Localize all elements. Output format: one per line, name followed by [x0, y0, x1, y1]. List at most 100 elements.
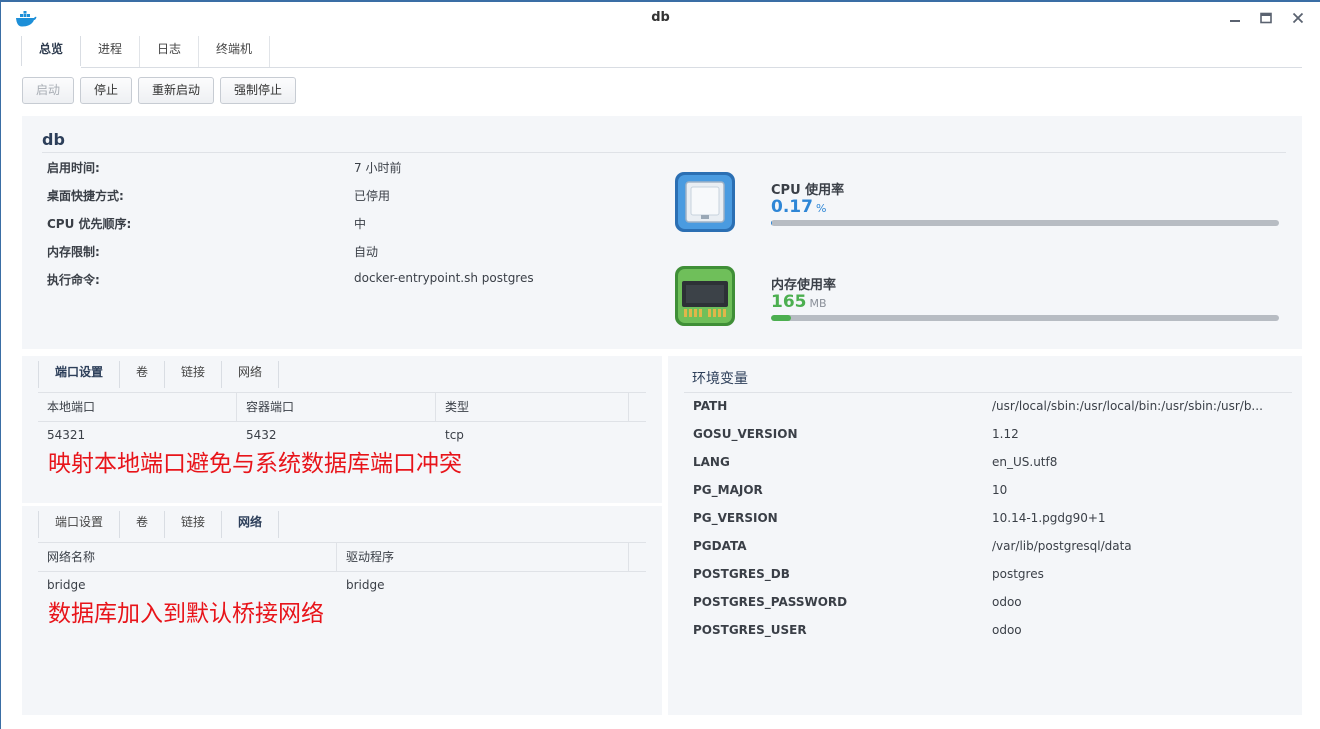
- memory-usage-value: 165 MB: [771, 292, 827, 312]
- env-row[interactable]: POSTGRES_PASSWORD odoo: [693, 595, 1283, 613]
- force-stop-button[interactable]: 强制停止: [220, 77, 297, 104]
- env-key: PATH: [693, 399, 728, 413]
- info-value: 自动: [354, 245, 379, 259]
- stop-button[interactable]: 停止: [80, 77, 133, 104]
- close-icon[interactable]: [1290, 10, 1306, 26]
- tab-terminal[interactable]: 终端机: [199, 36, 271, 67]
- column-header[interactable]: 本地端口: [38, 393, 237, 422]
- network-sub-tab-bar: 端口设置 卷 链接 网络: [38, 511, 280, 538]
- container-name: db: [42, 130, 65, 149]
- env-key: POSTGRES_USER: [693, 623, 807, 637]
- tab-volumes[interactable]: 卷: [120, 361, 166, 388]
- env-value: odoo: [992, 623, 1022, 637]
- env-key: PG_VERSION: [693, 511, 778, 525]
- memory-usage-bar-fill: [771, 315, 792, 321]
- memory-icon: [675, 266, 735, 326]
- tab-port-settings[interactable]: 端口设置: [38, 511, 121, 538]
- info-value: 中: [354, 217, 367, 231]
- env-row[interactable]: LANG en_US.utf8: [693, 455, 1283, 473]
- info-value: 7 小时前: [354, 161, 402, 175]
- env-key: GOSU_VERSION: [693, 427, 798, 441]
- tab-links[interactable]: 链接: [165, 361, 223, 388]
- env-row[interactable]: POSTGRES_USER odoo: [693, 623, 1283, 641]
- column-header[interactable]: 容器端口: [237, 393, 436, 422]
- tab-overview[interactable]: 总览: [21, 36, 82, 68]
- maximize-icon[interactable]: [1258, 10, 1274, 26]
- protocol-cell: tcp: [445, 428, 464, 442]
- action-toolbar: 启动 停止 重新启动 强制停止: [22, 77, 297, 104]
- info-value: docker-entrypoint.sh postgres: [354, 271, 534, 285]
- port-settings-panel: 端口设置 卷 链接 网络 本地端口 容器端口 类型 54321 5432 tcp…: [22, 356, 662, 503]
- env-row[interactable]: POSTGRES_DB postgres: [693, 567, 1283, 585]
- network-panel: 端口设置 卷 链接 网络 网络名称 驱动程序 bridge bridge 数据库…: [22, 506, 662, 715]
- tab-logs[interactable]: 日志: [140, 36, 200, 67]
- start-button[interactable]: 启动: [22, 77, 75, 104]
- env-value: /var/lib/postgresql/data: [992, 539, 1132, 553]
- cpu-icon: [675, 172, 735, 232]
- env-value: 1.12: [992, 427, 1019, 441]
- info-row-cpu-priority: CPU 优先顺序: 中: [47, 215, 647, 233]
- info-value: 已停用: [354, 189, 391, 203]
- tab-links[interactable]: 链接: [165, 511, 223, 538]
- network-annotation: 数据库加入到默认桥接网络: [48, 601, 324, 627]
- network-name-cell: bridge: [47, 578, 86, 592]
- env-key: POSTGRES_PASSWORD: [693, 595, 848, 609]
- info-label: 执行命令:: [47, 273, 100, 287]
- env-key: LANG: [693, 455, 730, 469]
- port-annotation: 映射本地端口避免与系统数据库端口冲突: [48, 451, 462, 477]
- container-port-cell: 5432: [246, 428, 277, 442]
- column-header[interactable]: 类型: [436, 393, 629, 422]
- env-row[interactable]: PGDATA /var/lib/postgresql/data: [693, 539, 1283, 557]
- cpu-usage-bar: [771, 220, 1279, 226]
- info-label: 内存限制:: [47, 245, 100, 259]
- ports-sub-tab-bar: 端口设置 卷 链接 网络: [38, 361, 280, 388]
- env-value: odoo: [992, 595, 1022, 609]
- env-row[interactable]: PG_MAJOR 10: [693, 483, 1283, 501]
- env-value: /usr/local/sbin:/usr/local/bin:/usr/sbin…: [992, 399, 1263, 413]
- info-label: 启用时间:: [47, 161, 100, 175]
- env-value: postgres: [992, 567, 1044, 581]
- env-value: 10.14-1.pgdg90+1: [992, 511, 1106, 525]
- memory-usage-label: 内存使用率: [771, 278, 837, 293]
- info-row-memory-limit: 内存限制: 自动: [47, 243, 647, 261]
- env-row[interactable]: PG_VERSION 10.14-1.pgdg90+1: [693, 511, 1283, 529]
- tab-network[interactable]: 网络: [222, 361, 280, 388]
- tab-network[interactable]: 网络: [222, 511, 280, 538]
- env-key: POSTGRES_DB: [693, 567, 790, 581]
- env-row[interactable]: GOSU_VERSION 1.12: [693, 427, 1283, 445]
- main-tab-bar: 总览 进程 日志 终端机: [21, 36, 1302, 68]
- info-row-shortcut: 桌面快捷方式: 已停用: [47, 187, 647, 205]
- column-header[interactable]: 网络名称: [38, 543, 337, 572]
- tab-port-settings[interactable]: 端口设置: [38, 361, 121, 388]
- env-key: PG_MAJOR: [693, 483, 763, 497]
- tab-volumes[interactable]: 卷: [120, 511, 166, 538]
- ports-table-header: 本地端口 容器端口 类型: [38, 393, 646, 422]
- info-row-uptime: 启用时间: 7 小时前: [47, 159, 647, 177]
- tab-processes[interactable]: 进程: [81, 36, 141, 67]
- env-row[interactable]: PATH /usr/local/sbin:/usr/local/bin:/usr…: [693, 399, 1283, 417]
- column-header[interactable]: 驱动程序: [337, 543, 629, 572]
- info-label: 桌面快捷方式:: [47, 189, 124, 203]
- title-bar[interactable]: db: [1, 2, 1320, 36]
- network-table-header: 网络名称 驱动程序: [38, 543, 646, 572]
- env-key: PGDATA: [693, 539, 747, 553]
- cpu-usage-value: 0.17%: [771, 197, 827, 217]
- env-panel-title: 环境变量: [692, 371, 748, 387]
- environment-variables-panel: 环境变量 PATH /usr/local/sbin:/usr/local/bin…: [668, 356, 1302, 715]
- divider: [42, 152, 1286, 153]
- memory-usage-bar: [771, 315, 1279, 321]
- cpu-usage-unit: %: [815, 202, 827, 215]
- minimize-icon[interactable]: [1227, 10, 1243, 26]
- env-value: en_US.utf8: [992, 455, 1058, 469]
- divider: [684, 392, 1292, 393]
- container-detail-window: db 总览 进程 日志 终端机 启动 停止 重新启动 强制停止 db 启用时间:…: [0, 0, 1320, 729]
- cpu-usage-bar-fill: [771, 220, 772, 226]
- driver-cell: bridge: [346, 578, 385, 592]
- overview-panel: db 启用时间: 7 小时前 桌面快捷方式: 已停用 CPU 优先顺序: 中 内…: [22, 116, 1302, 349]
- window-title: db: [651, 10, 670, 25]
- env-value: 10: [992, 483, 1008, 497]
- local-port-cell: 54321: [47, 428, 86, 442]
- memory-usage-unit: MB: [809, 297, 827, 310]
- restart-button[interactable]: 重新启动: [138, 77, 215, 104]
- cpu-usage-label: CPU 使用率: [771, 183, 845, 198]
